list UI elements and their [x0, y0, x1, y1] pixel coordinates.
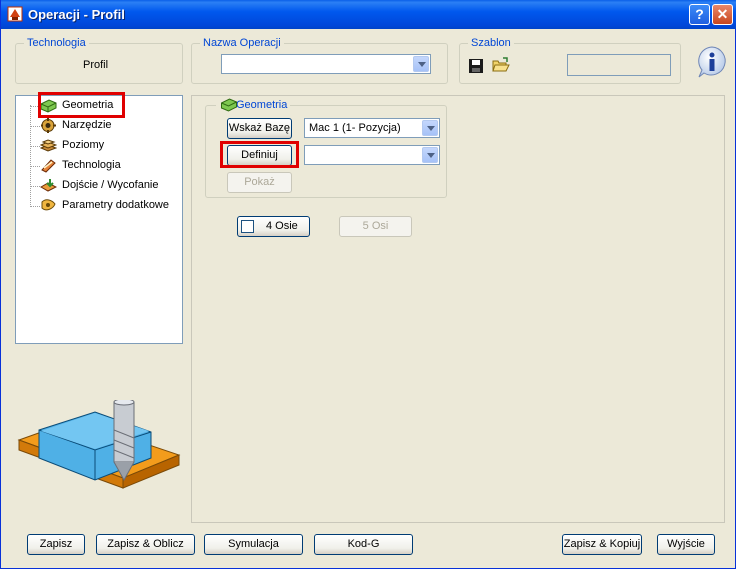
- four-axes-checkbox[interactable]: [241, 220, 254, 233]
- chevron-down-icon[interactable]: [422, 147, 438, 163]
- szablon-field[interactable]: [567, 54, 671, 76]
- symulacja-button[interactable]: Symulacja: [204, 534, 303, 555]
- info-icon[interactable]: [695, 45, 729, 79]
- tree-item-label: Dojście / Wycofanie: [62, 179, 159, 191]
- geometria-highlight: [38, 92, 125, 118]
- title-bar[interactable]: Operacji - Profil ? ✕: [1, 0, 736, 29]
- close-button[interactable]: ✕: [712, 4, 733, 25]
- technologia-group: Technologia Profil: [15, 37, 183, 84]
- technology-icon: [41, 159, 56, 173]
- wyjscie-button[interactable]: Wyjście: [657, 534, 715, 555]
- approach-retract-icon: [40, 179, 57, 192]
- app-icon: [7, 6, 23, 22]
- save-icon[interactable]: [468, 58, 484, 74]
- technologia-label: Technologia: [24, 37, 89, 49]
- tree-item-label: Technologia: [62, 159, 121, 171]
- pokaz-button[interactable]: Pokaż: [227, 172, 292, 193]
- open-folder-icon[interactable]: [492, 57, 510, 73]
- zapisz-kopiuj-button[interactable]: Zapisz & Kopiuj: [562, 534, 642, 555]
- operation-dialog: Operacji - Profil ? ✕ Technologia Profil…: [0, 0, 736, 569]
- five-axes-button[interactable]: 5 Osi: [339, 216, 412, 237]
- operation-tree[interactable]: Geometria Narzędzie Poziomy Technologia …: [15, 95, 183, 344]
- technologia-value: Profil: [83, 59, 109, 71]
- help-button[interactable]: ?: [689, 4, 710, 25]
- levels-icon: [40, 139, 57, 152]
- kod-g-button[interactable]: Kod-G: [314, 534, 413, 555]
- chevron-down-icon[interactable]: [413, 56, 429, 72]
- zapisz-button[interactable]: Zapisz: [27, 534, 85, 555]
- four-axes-label: 4 Osie: [266, 220, 298, 232]
- four-axes-button[interactable]: 4 Osie: [237, 216, 310, 237]
- additional-params-icon: [41, 199, 56, 211]
- wskaz-baze-button[interactable]: Wskaż Bazę: [227, 118, 292, 139]
- szablon-label: Szablon: [468, 37, 514, 49]
- zapisz-oblicz-button[interactable]: Zapisz & Oblicz: [96, 534, 195, 555]
- nazwa-operacji-label: Nazwa Operacji: [200, 37, 284, 49]
- tree-item-label: Parametry dodatkowe: [62, 199, 169, 211]
- tool-icon: [41, 118, 56, 133]
- milling-illustration: [17, 400, 181, 489]
- tree-item-label: Narzędzie: [62, 119, 112, 131]
- nazwa-operacji-combo[interactable]: [221, 54, 431, 74]
- window-title: Operacji - Profil: [28, 7, 125, 22]
- geometry-icon: [221, 98, 237, 112]
- tree-item-label: Poziomy: [62, 139, 105, 151]
- chevron-down-icon[interactable]: [422, 120, 438, 136]
- geometria-group-label: Geometria: [236, 99, 288, 111]
- definiuj-highlight: [220, 141, 299, 168]
- base-combo[interactable]: Mac 1 (1- Pozycja): [304, 118, 440, 138]
- define-combo[interactable]: [304, 145, 440, 165]
- base-combo-value: Mac 1 (1- Pozycja): [309, 122, 401, 134]
